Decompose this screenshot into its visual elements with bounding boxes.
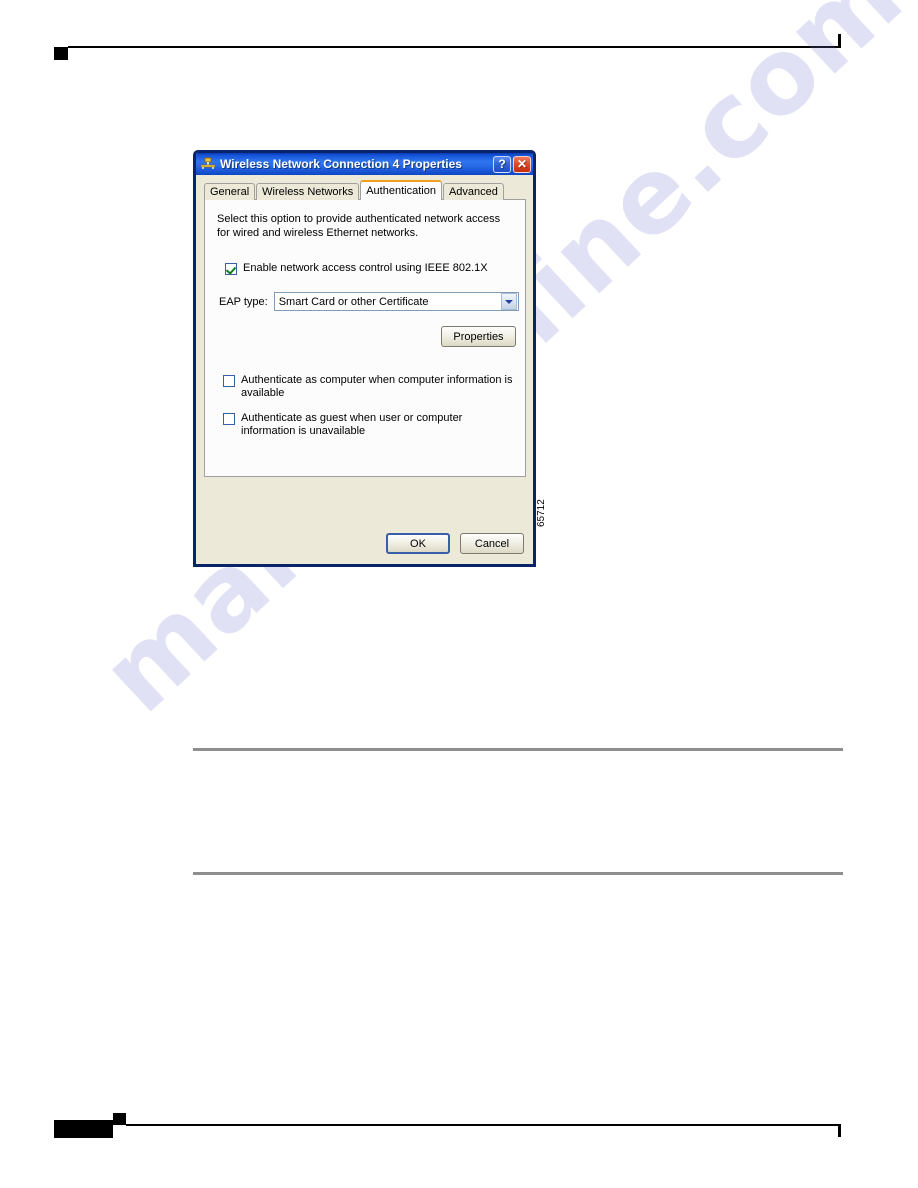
section-rule-bottom xyxy=(193,872,843,875)
close-icon[interactable]: ✕ xyxy=(513,155,531,173)
help-button[interactable]: ? xyxy=(493,155,511,173)
chevron-down-icon[interactable] xyxy=(501,293,517,310)
titlebar-buttons: ? ✕ xyxy=(493,155,531,173)
section-rule-top xyxy=(193,748,843,751)
auth-as-computer-checkbox-row[interactable]: Authenticate as computer when computer i… xyxy=(223,374,519,400)
auth-as-computer-checkbox[interactable] xyxy=(223,375,235,387)
figure-id-label: 65712 xyxy=(536,499,547,527)
enable-8021x-checkbox[interactable] xyxy=(225,263,237,275)
network-adapter-icon xyxy=(200,157,216,169)
intro-text: Select this option to provide authentica… xyxy=(217,213,501,239)
enable-8021x-label: Enable network access control using IEEE… xyxy=(243,262,488,274)
eap-type-row: EAP type: Smart Card or other Certificat… xyxy=(219,292,519,311)
ok-button[interactable]: OK xyxy=(386,533,450,554)
authentication-tab-panel: Select this option to provide authentica… xyxy=(204,199,526,477)
footer-rule-end-tick xyxy=(838,1124,841,1137)
cancel-button[interactable]: Cancel xyxy=(460,533,524,554)
wireless-network-connection-properties-dialog: Wireless Network Connection 4 Properties… xyxy=(193,150,536,567)
dialog-title: Wireless Network Connection 4 Properties xyxy=(220,157,462,171)
header-marker-square xyxy=(54,47,68,60)
tab-authentication[interactable]: Authentication xyxy=(360,180,442,200)
tab-strip: General Wireless Networks Authentication… xyxy=(204,180,533,200)
eap-type-label: EAP type: xyxy=(219,295,268,308)
footer-marker-square xyxy=(113,1113,126,1125)
auth-as-guest-checkbox-row[interactable]: Authenticate as guest when user or compu… xyxy=(223,412,503,438)
properties-button[interactable]: Properties xyxy=(441,326,516,347)
header-rule xyxy=(68,46,840,48)
auth-as-guest-label: Authenticate as guest when user or compu… xyxy=(241,412,463,437)
footer-rule xyxy=(126,1124,840,1126)
header-rule-end-tick xyxy=(838,34,841,48)
auth-as-guest-checkbox[interactable] xyxy=(223,413,235,425)
tab-general[interactable]: General xyxy=(204,183,256,200)
chevron-glyph xyxy=(505,299,513,304)
enable-8021x-checkbox-row[interactable]: Enable network access control using IEEE… xyxy=(225,262,515,275)
eap-type-value: Smart Card or other Certificate xyxy=(278,295,429,308)
tab-wireless-networks[interactable]: Wireless Networks xyxy=(256,183,360,200)
dialog-titlebar[interactable]: Wireless Network Connection 4 Properties… xyxy=(196,153,533,175)
footer-black-bar xyxy=(54,1120,113,1138)
auth-as-computer-label: Authenticate as computer when computer i… xyxy=(241,374,513,399)
document-page: manualshine.com Wireless Network Connect… xyxy=(0,0,918,1188)
eap-type-select[interactable]: Smart Card or other Certificate xyxy=(273,292,519,311)
tab-advanced[interactable]: Advanced xyxy=(442,183,504,200)
